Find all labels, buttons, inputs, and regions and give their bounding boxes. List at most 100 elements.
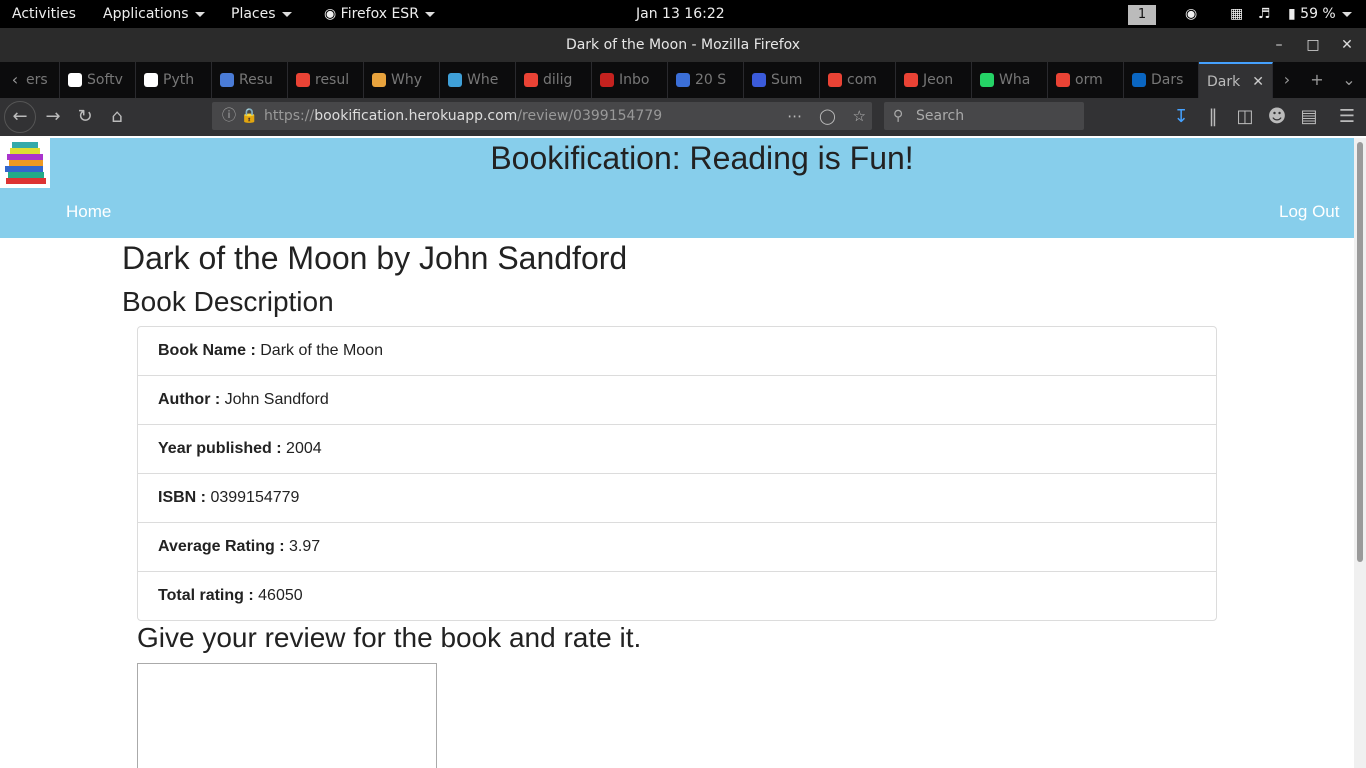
minimize-icon[interactable]: – [1262,28,1296,62]
tab-favicon-icon [144,73,158,87]
tab-label: dilig [543,72,573,88]
reload-icon[interactable]: ↻ [70,102,100,132]
detail-value: John Sandford [224,391,329,408]
browser-tab[interactable]: Why [364,62,440,98]
browser-tab[interactable]: Dars [1124,62,1199,98]
tab-label: resul [315,72,350,88]
site-title: Bookification: Reading is Fun! [490,140,914,176]
search-icon: ⚲ [893,108,904,124]
url-host: bookification.herokuapp.com [314,108,518,124]
page-viewport: Bookification: Reading is Fun! Home Log … [0,138,1366,768]
browser-tab[interactable]: Resu [212,62,288,98]
browser-tab[interactable]: Pyth [136,62,212,98]
tab-favicon-icon [980,73,994,87]
places-label: Places [231,6,276,22]
nav-logout-link[interactable]: Log Out [1279,202,1340,222]
system-top-bar: Activities Applications Places ◉ Firefox… [0,0,1366,28]
review-textarea[interactable] [137,663,437,768]
chevron-down-icon [1341,11,1352,17]
url-scheme: https:// [264,108,315,124]
search-input[interactable]: ⚲ Search [884,102,1084,130]
camera-icon[interactable]: ◉ [1185,0,1197,28]
sidebar-icon[interactable]: ◫ [1230,102,1260,132]
tab-label: Wha [999,72,1031,88]
lock-icon[interactable]: ⓘ 🔒 [222,102,258,130]
page-scrollbar[interactable] [1354,138,1366,768]
browser-tab[interactable]: Whe [440,62,516,98]
battery-status[interactable]: ▮ 59 % [1288,0,1352,28]
nav-home-link[interactable]: Home [66,202,111,222]
detail-value: Dark of the Moon [260,342,383,359]
detail-label: Year published : [158,440,282,457]
scrollbar-thumb[interactable] [1357,142,1363,562]
tab-label: Inbo [619,72,650,88]
library-icon[interactable]: ‖ [1198,102,1228,132]
activities-button[interactable]: Activities [12,0,76,28]
tab-label: Softv [87,72,123,88]
browser-tab[interactable]: 20 S [668,62,744,98]
maximize-icon[interactable]: □ [1296,28,1330,62]
browser-tab[interactable]: dilig [516,62,592,98]
browser-tab[interactable]: Softv [60,62,136,98]
workspace-indicator[interactable]: 1 [1128,0,1156,28]
chevron-down-icon [424,11,435,17]
book-heading: Dark of the Moon by John Sandford [122,240,628,276]
all-tabs-icon[interactable]: ⌄ [1334,62,1364,98]
tab-favicon-icon [68,73,82,87]
tab-label: Whe [467,72,499,88]
home-icon[interactable]: ⌂ [102,102,132,132]
browser-tab[interactable]: resul [288,62,364,98]
forward-icon[interactable]: → [38,102,68,132]
detail-average-rating: Average Rating : 3.97 [138,523,1216,572]
volume-icon[interactable]: ♬ [1258,0,1271,28]
account-icon[interactable]: ☻ [1262,102,1292,132]
tab-favicon-icon [1132,73,1146,87]
applications-menu[interactable]: Applications [103,0,205,28]
tab-favicon-icon [296,73,310,87]
network-icon[interactable]: ▦ [1230,0,1243,28]
detail-label: Total rating : [158,587,254,604]
detail-total-rating: Total rating : 46050 [138,572,1216,620]
detail-value: 3.97 [289,538,321,555]
browser-tab[interactable]: Inbo [592,62,668,98]
app-name-label: Firefox ESR [340,6,419,22]
extension-icon[interactable]: ▤ [1294,102,1324,132]
url-path: /review/0399154779 [517,108,663,124]
browser-tab[interactable]: Wha [972,62,1048,98]
scroll-tabs-right-icon[interactable]: › [1272,62,1302,98]
battery-icon: ▮ [1288,6,1301,22]
tab-label: Pyth [163,72,195,88]
detail-label: Author : [158,391,221,408]
tab-label: Jeon [923,72,954,88]
tab-label: 20 S [695,72,727,88]
close-window-icon[interactable]: ✕ [1330,28,1364,62]
tab-favicon-icon [448,73,462,87]
tab-label: Dars [1151,72,1184,88]
browser-tab[interactable]: com [820,62,896,98]
window-title: Dark of the Moon - Mozilla Firefox [565,37,801,53]
window-title-bar: Dark of the Moon - Mozilla Firefox – □ ✕ [0,28,1366,62]
places-menu[interactable]: Places [231,0,292,28]
browser-tab[interactable]: orm [1048,62,1124,98]
browser-tab[interactable]: Jeon [896,62,972,98]
detail-value: 0399154779 [210,489,300,506]
detail-label: ISBN : [158,489,206,506]
bookmark-star-icon[interactable]: ☆ [853,107,866,125]
url-bar[interactable]: ⓘ 🔒 https://bookification.herokuapp.com/… [212,102,872,130]
browser-tab[interactable]: Dark ✕ [1199,62,1273,98]
clock[interactable]: Jan 13 16:22 [636,0,725,28]
page-actions-icon[interactable]: ⋯ [787,107,802,125]
book-details-list: Book Name : Dark of the Moon Author : Jo… [137,326,1217,621]
workspace-number: 1 [1128,5,1156,25]
new-tab-icon[interactable]: + [1302,62,1332,98]
back-icon[interactable]: ← [4,101,36,133]
browser-tab[interactable]: Sum [744,62,820,98]
browser-tab[interactable]: ers [26,62,60,98]
app-menu[interactable]: ◉ Firefox ESR [324,0,435,28]
menu-icon[interactable]: ☰ [1332,102,1362,132]
chevron-down-icon [194,11,205,17]
url-actions: ⋯ ◯ ☆ [775,102,866,130]
close-tab-icon[interactable]: ✕ [1252,64,1264,98]
pocket-icon[interactable]: ◯ [819,107,836,125]
downloads-icon[interactable]: ↧ [1166,102,1196,132]
